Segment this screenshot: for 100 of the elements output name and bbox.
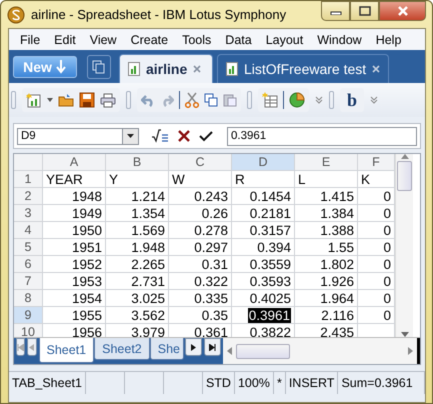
scroll-thumb[interactable] <box>236 344 290 358</box>
column-header[interactable]: B <box>106 154 169 171</box>
row-header[interactable]: 1 <box>14 171 43 188</box>
minimize-button[interactable] <box>321 1 350 21</box>
column-header[interactable]: E <box>295 154 358 171</box>
table-cell[interactable]: R <box>232 171 295 188</box>
table-cell[interactable]: 0.35 <box>169 307 232 324</box>
table-cell[interactable]: 1.384 <box>295 205 358 222</box>
table-cell[interactable]: 0.322 <box>169 273 232 290</box>
copy-icon[interactable] <box>204 93 218 107</box>
table-cell[interactable]: 0.3559 <box>232 256 295 273</box>
menu-item[interactable]: Help <box>368 32 408 46</box>
row-header[interactable]: 3 <box>14 205 43 222</box>
menu-item[interactable]: Edit <box>47 32 83 46</box>
dropdown-button[interactable] <box>122 128 138 144</box>
table-cell[interactable]: YEAR <box>43 171 106 188</box>
table-cell[interactable]: 2.265 <box>106 256 169 273</box>
table-cell[interactable]: 0.4025 <box>232 290 295 307</box>
insert-table-icon[interactable] <box>262 92 278 108</box>
row-header[interactable]: 4 <box>14 222 43 239</box>
menu-item[interactable]: Layout <box>258 32 310 46</box>
row-header[interactable]: 5 <box>14 239 43 256</box>
next-sheet-button[interactable] <box>185 338 202 356</box>
menu-item[interactable]: Window <box>310 32 369 46</box>
table-cell[interactable]: 2.731 <box>106 273 169 290</box>
chevron-icon[interactable] <box>315 96 323 104</box>
table-cell[interactable]: 0.297 <box>169 239 232 256</box>
document-tab[interactable]: airline <box>119 54 213 83</box>
row-header[interactable]: 10 <box>14 324 43 337</box>
column-header[interactable]: D <box>232 154 295 171</box>
menu-item[interactable]: Create <box>124 32 176 46</box>
table-cell[interactable]: W <box>169 171 232 188</box>
close-tab-icon[interactable] <box>372 65 380 73</box>
table-cell[interactable]: 1950 <box>43 222 106 239</box>
open-folder-icon[interactable] <box>58 93 74 107</box>
window-list-button[interactable] <box>87 54 111 78</box>
chevron-icon[interactable] <box>370 96 378 104</box>
scroll-thumb[interactable] <box>397 161 412 191</box>
pie-chart-icon[interactable] <box>289 92 305 108</box>
row-header[interactable]: 7 <box>14 273 43 290</box>
table-cell[interactable]: 1954 <box>43 290 106 307</box>
cancel-icon[interactable] <box>177 129 191 143</box>
caret-icon[interactable] <box>47 98 53 102</box>
menu-item[interactable]: View <box>82 32 124 46</box>
table-cell[interactable]: 1953 <box>43 273 106 290</box>
sheet-tab[interactable]: She <box>150 338 184 360</box>
column-header[interactable]: A <box>43 154 106 171</box>
undo-icon[interactable] <box>141 93 155 107</box>
cut-icon[interactable] <box>185 92 199 108</box>
table-cell[interactable]: 0.394 <box>232 239 295 256</box>
table-cell[interactable]: 1952 <box>43 256 106 273</box>
maximize-button[interactable] <box>350 1 379 21</box>
table-cell[interactable]: 1948 <box>43 188 106 205</box>
row-header[interactable]: 8 <box>14 290 43 307</box>
table-cell[interactable]: 1949 <box>43 205 106 222</box>
name-box[interactable]: D9 <box>17 128 139 144</box>
column-header[interactable]: C <box>169 154 232 171</box>
new-spreadsheet-icon[interactable] <box>26 92 42 108</box>
paste-icon[interactable] <box>223 93 237 107</box>
table-cell[interactable]: 3.562 <box>106 307 169 324</box>
bold-button[interactable]: b <box>344 90 360 110</box>
table-cell[interactable]: 1.354 <box>106 205 169 222</box>
previous-sheet-button[interactable] <box>27 338 36 356</box>
horizontal-scrollbar[interactable] <box>223 338 420 364</box>
row-header[interactable]: 2 <box>14 188 43 205</box>
menu-item[interactable]: File <box>13 32 48 46</box>
row-header[interactable]: 9 <box>14 307 43 324</box>
close-tab-icon[interactable] <box>193 65 202 73</box>
formula-input-field[interactable]: 0.3961 <box>227 126 417 146</box>
last-sheet-button[interactable] <box>204 338 221 356</box>
table-cell[interactable]: 2.116 <box>295 307 358 324</box>
table-cell[interactable]: 1.802 <box>295 256 358 273</box>
table-cell[interactable]: 0.278 <box>169 222 232 239</box>
row-header[interactable]: 6 <box>14 256 43 273</box>
first-sheet-button[interactable] <box>16 338 26 356</box>
table-cell[interactable]: L <box>295 171 358 188</box>
vertical-scrollbar[interactable] <box>395 154 413 337</box>
save-icon[interactable] <box>79 92 95 108</box>
table-cell[interactable]: 0.2181 <box>232 205 295 222</box>
accept-icon[interactable] <box>199 130 213 142</box>
table-cell[interactable]: 0.26 <box>169 205 232 222</box>
table-cell[interactable]: 3.025 <box>106 290 169 307</box>
table-cell[interactable]: 0.31 <box>169 256 232 273</box>
table-cell[interactable]: 1.926 <box>295 273 358 290</box>
table-cell[interactable]: 1.948 <box>106 239 169 256</box>
table-cell[interactable]: Y <box>106 171 169 188</box>
function-wizard-icon[interactable] <box>151 129 169 143</box>
table-cell[interactable]: 0.1454 <box>232 188 295 205</box>
column-header[interactable]: F <box>358 154 395 171</box>
sheet-tab[interactable]: Sheet2 <box>94 338 150 360</box>
table-cell[interactable]: 1951 <box>43 239 106 256</box>
table-cell[interactable]: 1.415 <box>295 188 358 205</box>
table-cell[interactable]: 1.55 <box>295 239 358 256</box>
table-cell[interactable]: 0.3157 <box>232 222 295 239</box>
table-cell[interactable]: 0.335 <box>169 290 232 307</box>
table-cell[interactable]: 1.214 <box>106 188 169 205</box>
table-cell[interactable]: 1.569 <box>106 222 169 239</box>
print-icon[interactable] <box>100 92 116 108</box>
sheet-tab[interactable]: Sheet1 <box>38 338 94 363</box>
table-cell[interactable]: 0.243 <box>169 188 232 205</box>
